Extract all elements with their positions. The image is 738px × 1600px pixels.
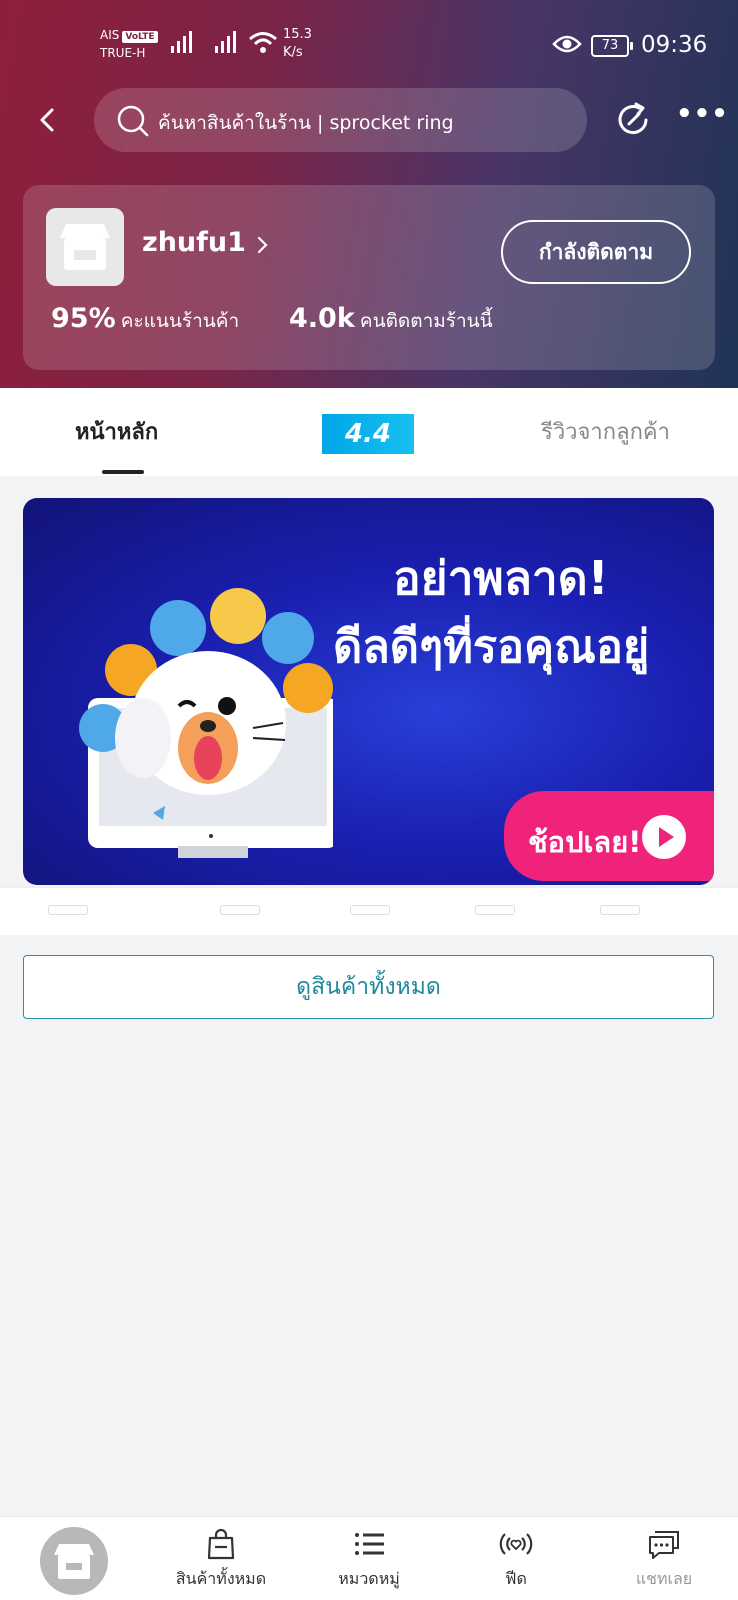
tab-promo-4-4[interactable]: 4.4	[322, 414, 414, 454]
view-all-products-button[interactable]: ดูสินค้าทั้งหมด	[23, 955, 714, 1019]
battery-indicator: 73	[591, 35, 633, 57]
shop-logo[interactable]	[46, 208, 124, 286]
nav-chat[interactable]: แชทเลย	[594, 1527, 734, 1592]
tab-reviews[interactable]: รีวิวจากลูกค้า	[541, 414, 670, 449]
shop-tabs: หน้าหลัก 4.4 รีวิวจากลูกค้า	[0, 388, 738, 476]
followers-value: 4.0k	[289, 303, 355, 334]
volte-badge: VoLTE	[122, 31, 158, 43]
shop-header: AIS VoLTE TRUE-H 15.3 K/s 73 09:36 ค้นหา…	[0, 0, 738, 388]
nav-chat-label: แชทเลย	[635, 1569, 693, 1588]
nav-feed-label: ฟีด	[505, 1569, 527, 1588]
carrier-top: AIS	[100, 28, 120, 42]
chat-icon	[649, 1531, 679, 1559]
active-tab-indicator	[102, 470, 144, 474]
network-speed: 15.3 K/s	[283, 26, 312, 62]
shop-followers: 4.0k คนติดตามร้านนี้	[289, 303, 493, 336]
following-button[interactable]: กำลังติดตาม	[501, 220, 691, 284]
rating-value: 95%	[51, 303, 116, 334]
nav-all-products[interactable]: สินค้าทั้งหมด	[151, 1527, 291, 1592]
shop-search-input[interactable]: ค้นหาสินค้าในร้าน | sprocket ring	[94, 88, 587, 152]
search-icon	[117, 105, 149, 137]
signal-icon	[215, 31, 236, 53]
bottom-navigation: สินค้าทั้งหมด หมวดหมู่ ฟีด แชทเลย	[0, 1516, 738, 1600]
shop-now-button[interactable]: ช้อปเลย!	[504, 791, 714, 881]
signal-icon	[171, 31, 192, 53]
list-icon	[355, 1533, 384, 1555]
eye-icon	[552, 35, 582, 53]
carrier-bottom: TRUE-H	[100, 46, 146, 60]
mascot-image	[79, 588, 333, 858]
feed-broadcast-icon	[499, 1533, 533, 1555]
carrier-info: AIS VoLTE TRUE-H	[100, 26, 158, 62]
store-icon	[60, 224, 110, 270]
status-bar: AIS VoLTE TRUE-H 15.3 K/s 73 09:36	[0, 0, 738, 80]
nav-categories-label: หมวดหมู่	[338, 1569, 400, 1588]
store-icon	[54, 1544, 94, 1579]
shopping-bag-icon	[207, 1528, 235, 1560]
nav-feed[interactable]: ฟีด	[446, 1527, 586, 1592]
share-icon[interactable]	[613, 100, 655, 142]
search-placeholder: ค้นหาสินค้าในร้าน | sprocket ring	[158, 112, 454, 134]
clock: 09:36	[641, 32, 708, 58]
tab-home[interactable]: หน้าหลัก	[75, 414, 158, 449]
net-speed-value: 15.3	[283, 27, 312, 42]
thumbnail-chip	[220, 905, 260, 915]
banner-thumbnail-strip	[0, 887, 738, 935]
thumbnail-chip	[48, 905, 88, 915]
wifi-icon	[249, 32, 277, 53]
back-button[interactable]	[30, 100, 66, 140]
thumbnail-chip	[600, 905, 640, 915]
net-speed-unit: K/s	[283, 45, 303, 60]
promo-banner[interactable]: อย่าพลาด! ดีลดีๆที่รอคุณอยู่ ช้อปเลย!	[23, 498, 714, 885]
rating-label: คะแนนร้านค้า	[120, 310, 240, 332]
shop-name[interactable]: zhufu1	[142, 227, 246, 258]
nav-all-products-label: สินค้าทั้งหมด	[175, 1569, 267, 1588]
more-options-button[interactable]: •••	[676, 101, 728, 136]
banner-headline: อย่าพลาด!	[393, 551, 609, 605]
banner-subheadline: ดีลดีๆที่รอคุณอยู่	[333, 620, 650, 673]
play-icon	[642, 815, 686, 859]
shop-info-card: zhufu1 กำลังติดตาม 95% คะแนนร้านค้า 4.0k…	[23, 185, 715, 370]
nav-shop-home[interactable]	[40, 1527, 108, 1595]
followers-label: คนติดตามร้านนี้	[359, 310, 493, 332]
thumbnail-chip	[475, 905, 515, 915]
nav-categories[interactable]: หมวดหมู่	[299, 1527, 439, 1592]
shop-now-label: ช้อปเลย!	[528, 825, 642, 859]
shop-rating: 95% คะแนนร้านค้า	[51, 303, 239, 336]
chevron-right-icon[interactable]	[255, 235, 271, 255]
thumbnail-chip	[350, 905, 390, 915]
